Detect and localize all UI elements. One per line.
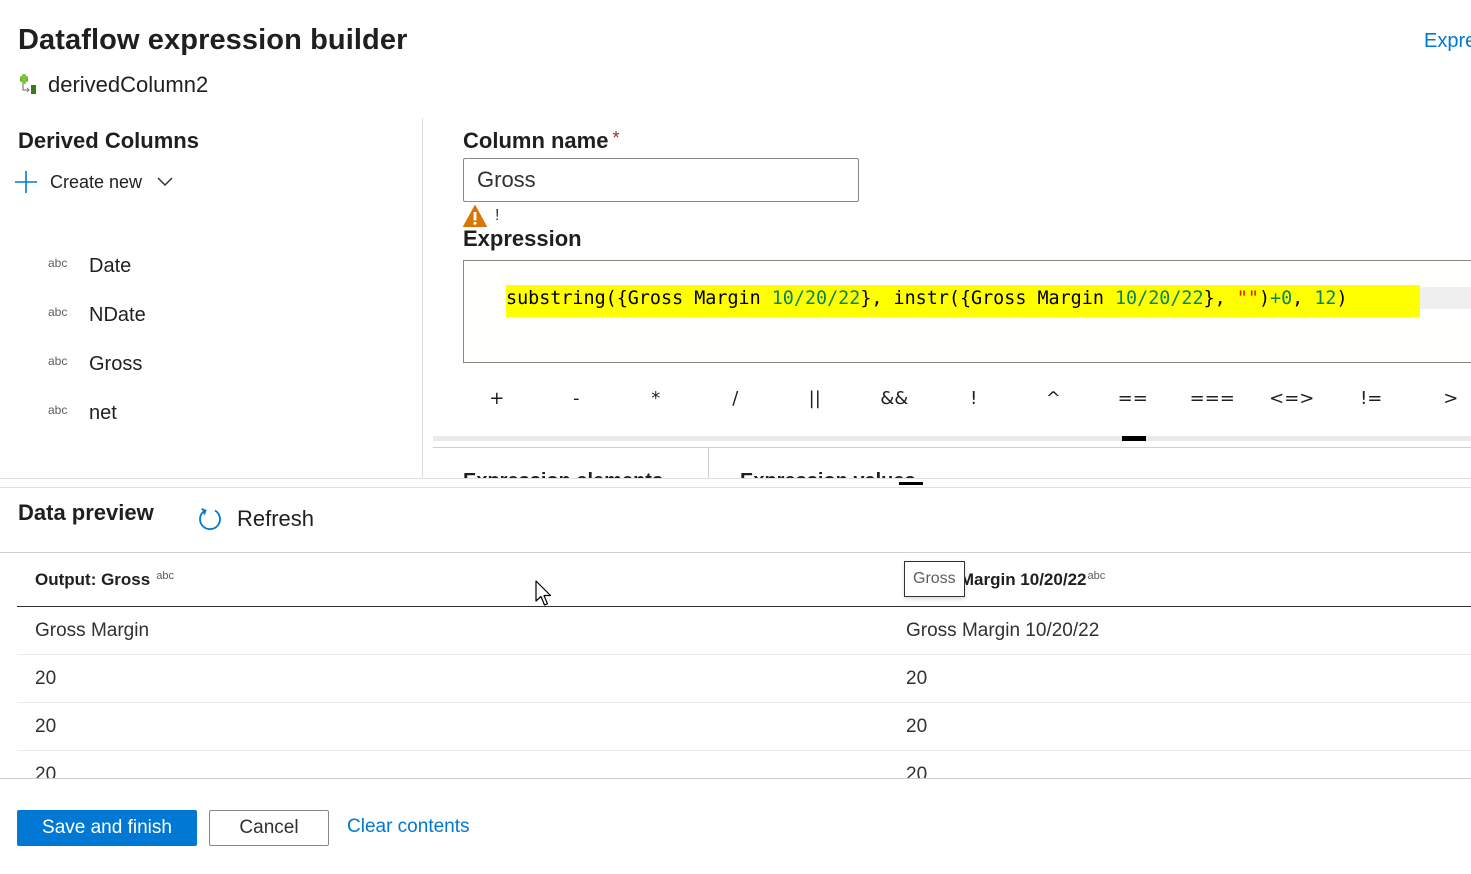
section-divider xyxy=(0,487,1471,488)
expression-token: ) xyxy=(1258,288,1271,309)
footer-divider xyxy=(0,778,1471,779)
operator-button[interactable]: != xyxy=(1332,384,1412,414)
string-type-icon: abc xyxy=(156,570,174,582)
tab-expression-elements[interactable]: Expression elements xyxy=(463,468,663,478)
operator-button[interactable]: || xyxy=(775,384,855,414)
create-new-label: Create new xyxy=(50,171,143,192)
table-cell: Gross Margin 10/20/22 xyxy=(906,620,1100,641)
data-preview-table: Output: Gross abc Gross Margin 10/20/22 ab… xyxy=(17,553,1471,778)
expression-token: }, xyxy=(1203,288,1237,309)
active-operator-indicator xyxy=(1122,436,1146,441)
operator-button[interactable]: / xyxy=(696,384,776,414)
mouse-cursor-icon xyxy=(535,580,552,606)
operator-button[interactable]: ^ xyxy=(1014,384,1094,414)
column-item-gross[interactable]: abc Gross xyxy=(48,340,146,389)
expression-token: 12 xyxy=(1314,288,1337,309)
column-tooltip: Gross xyxy=(904,561,965,597)
transform-name-label: derivedColumn2 xyxy=(48,72,209,97)
table-cell: 20 xyxy=(35,764,57,778)
expression-token: }, instr({Gross Margin xyxy=(860,288,1115,309)
data-preview-heading: Data preview xyxy=(18,500,154,525)
validation-warning: ! xyxy=(463,204,499,228)
transform-name: derivedColumn2 xyxy=(18,72,208,98)
operator-button[interactable]: == xyxy=(1093,384,1173,414)
expression-token: "" xyxy=(1236,288,1259,309)
operator-button[interactable]: * xyxy=(616,384,696,414)
page-title: Dataflow expression builder xyxy=(18,24,408,56)
chevron-down-icon[interactable] xyxy=(156,173,174,191)
tabs-divider xyxy=(433,447,1471,448)
string-type-icon: abc xyxy=(48,402,68,417)
column-item-label: Date xyxy=(89,255,132,277)
required-marker: * xyxy=(612,128,620,148)
expression-token: , xyxy=(1292,288,1315,309)
expression-label: Expression xyxy=(463,226,582,251)
expression-token: substring({Gross Margin xyxy=(506,288,772,309)
string-type-icon: abc xyxy=(48,304,68,319)
derived-columns-heading: Derived Columns xyxy=(18,128,199,153)
tabs-separator xyxy=(708,448,709,478)
expression-token: 10/20/22 xyxy=(771,288,861,309)
operator-button[interactable]: + xyxy=(457,384,537,414)
section-divider xyxy=(0,478,1471,479)
column-item-label: net xyxy=(89,402,117,424)
derived-column-icon xyxy=(20,74,36,94)
expression-token: 10/20/22 xyxy=(1114,288,1204,309)
table-row: 20 20 xyxy=(17,751,1471,778)
create-new-button[interactable]: Create new xyxy=(14,170,174,194)
string-type-icon: abc xyxy=(48,353,68,368)
column-name-label-text: Column name xyxy=(463,128,609,153)
table-cell: Gross Margin xyxy=(35,620,150,641)
operator-toolbar: + - * / || &&! ^ == === <=> != > xyxy=(457,384,1471,414)
refresh-label: Refresh xyxy=(237,506,315,531)
clear-contents-link[interactable]: Clear contents xyxy=(347,816,470,838)
refresh-icon xyxy=(199,508,221,531)
string-type-icon: abc xyxy=(1087,570,1106,582)
table-cell: 20 xyxy=(906,764,928,778)
table-cell: 20 xyxy=(35,668,57,689)
expression-token: +0 xyxy=(1270,288,1293,309)
column-item-label: Gross xyxy=(89,353,143,375)
column-name-label: Column name * xyxy=(463,128,619,154)
operator-scrollbar[interactable] xyxy=(433,436,1471,441)
active-tab-indicator xyxy=(899,482,923,485)
expression-editor[interactable]: substring({Gross Margin 10/20/22}, instr… xyxy=(463,260,1471,363)
warning-text: ! xyxy=(495,207,500,224)
string-type-icon: abc xyxy=(48,255,68,270)
column-item-date[interactable]: abc Date xyxy=(48,242,146,291)
operator-button[interactable]: && xyxy=(855,384,935,414)
operator-button[interactable]: ! xyxy=(934,384,1014,414)
column-name-input[interactable] xyxy=(463,158,859,202)
tab-expression-values[interactable]: Expression values xyxy=(740,468,916,478)
table-row: 20 20 xyxy=(17,655,1471,703)
operator-button[interactable]: === xyxy=(1173,384,1253,414)
column-item-net[interactable]: abc net xyxy=(48,389,146,438)
column-item-ndate[interactable]: abc NDate xyxy=(48,291,146,340)
table-cell: 20 xyxy=(35,716,57,737)
expression-help-link[interactable]: Expre xyxy=(1424,30,1471,53)
column-header-label: Output: Gross xyxy=(35,570,151,589)
operator-button[interactable]: <=> xyxy=(1252,384,1332,414)
table-row: 20 20 xyxy=(17,703,1471,751)
save-and-finish-button[interactable]: Save and finish xyxy=(17,810,197,846)
operator-button[interactable]: - xyxy=(537,384,617,414)
derived-column-list: abc Date abc NDate abc Gross abc net xyxy=(48,242,146,438)
column-item-label: NDate xyxy=(89,304,146,326)
refresh-button[interactable]: Refresh xyxy=(197,506,314,532)
table-cell: 20 xyxy=(906,668,928,689)
expression-token: ) xyxy=(1336,288,1348,309)
table-header: Output: Gross abc Gross Margin 10/20/22ab… xyxy=(17,553,1471,607)
derived-columns-panel: Derived Columns Create new abc Date abc … xyxy=(0,118,423,478)
operator-button[interactable]: > xyxy=(1411,384,1471,414)
table-cell: 20 xyxy=(906,716,928,737)
warning-icon xyxy=(463,205,487,227)
cancel-button[interactable]: Cancel xyxy=(209,810,329,846)
column-header-output[interactable]: Output: Gross abc xyxy=(35,570,174,590)
table-row: Gross Margin Gross Margin 10/20/22 xyxy=(17,607,1471,655)
expression-code[interactable]: substring({Gross Margin 10/20/22}, instr… xyxy=(506,285,1420,317)
plus-icon xyxy=(15,171,37,193)
